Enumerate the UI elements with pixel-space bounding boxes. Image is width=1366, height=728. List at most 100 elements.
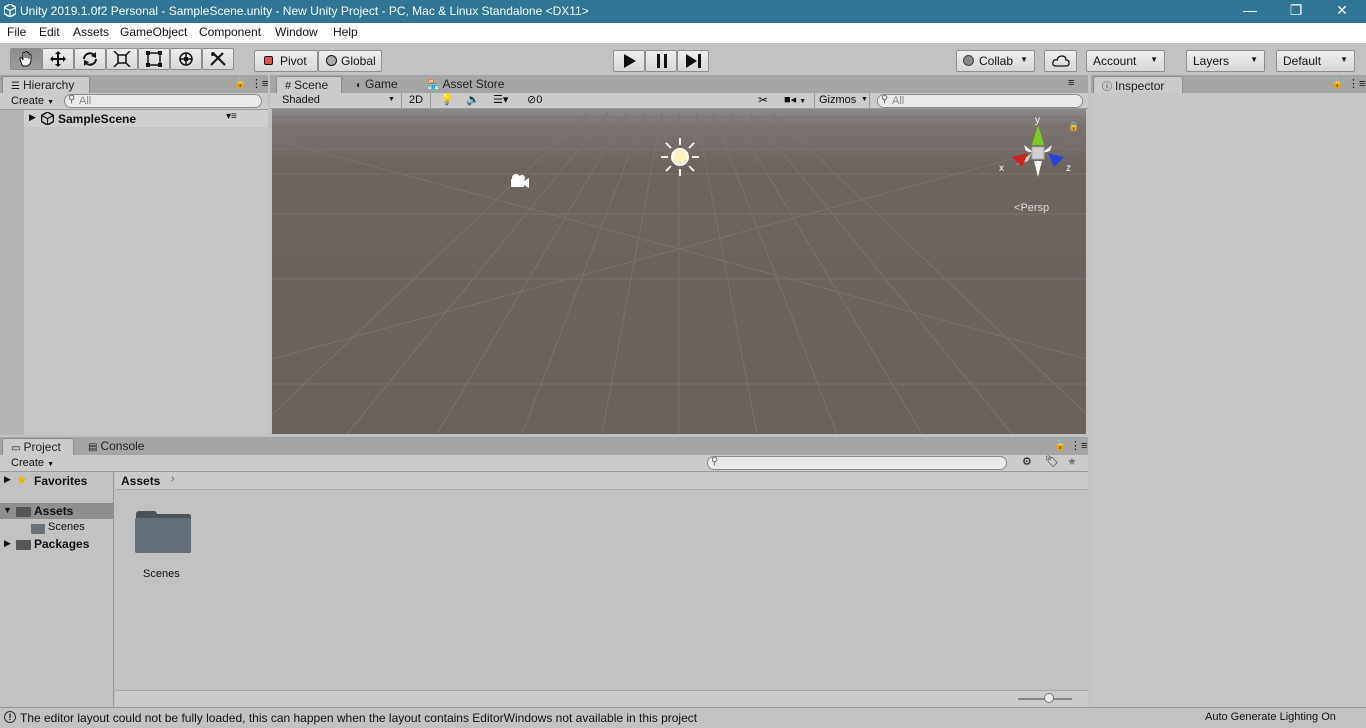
layers-dropdown[interactable]: Layers ▼ [1186, 50, 1265, 72]
projection-toggle[interactable]: <Persp [1014, 202, 1049, 214]
tree-item-favorites[interactable]: ▶ ★ Favorites [0, 472, 114, 489]
menu-gameobject[interactable]: GameObject [120, 25, 187, 39]
pivot-toggle[interactable]: Pivot [254, 50, 318, 72]
2d-toggle[interactable]: 2D [401, 93, 431, 108]
orientation-gizmo[interactable]: y x z [998, 113, 1078, 189]
chevron-down-icon: ▼ [1250, 55, 1258, 64]
layers-label: Layers [1193, 54, 1230, 68]
expand-arrow-icon[interactable]: ▶ [4, 538, 11, 549]
panel-menu-icon[interactable]: ⋮≡ [1070, 439, 1087, 452]
rotate-tool-button[interactable] [74, 48, 106, 70]
gizmos-dropdown[interactable]: Gizmos ▼ [814, 93, 870, 108]
cloud-button[interactable] [1044, 50, 1077, 72]
expand-arrow-icon[interactable]: ▶ [4, 474, 11, 485]
custom-tool-button[interactable] [202, 48, 234, 70]
favorite-star-icon[interactable]: ★ [1067, 455, 1077, 468]
tree-label-scenes: Scenes [48, 521, 85, 533]
account-dropdown[interactable]: Account ▼ [1086, 50, 1165, 72]
pause-button[interactable] [645, 50, 677, 72]
tree-item-scenes[interactable]: Scenes [0, 520, 114, 536]
z-axis-cone[interactable] [1048, 153, 1064, 167]
transform-tool-button[interactable] [170, 48, 202, 70]
tab-hierarchy[interactable]: ☰ Hierarchy [2, 76, 90, 93]
lighting-toggle-icon[interactable]: 💡 [440, 93, 454, 106]
tab-game[interactable]: ◐ Game [348, 76, 406, 93]
menu-window[interactable]: Window [275, 25, 318, 39]
global-toggle[interactable]: Global [318, 50, 382, 72]
tab-scene[interactable]: # Scene [276, 76, 342, 93]
camera-dropdown[interactable]: ■◂ ▼ [784, 93, 806, 106]
project-create-button[interactable]: Create ▼ [11, 457, 54, 469]
tools-icon[interactable]: ✂ [758, 93, 768, 107]
layout-dropdown[interactable]: Default ▼ [1276, 50, 1355, 72]
tree-item-packages[interactable]: ▶ Packages [0, 536, 114, 552]
zoom-slider-handle[interactable] [1044, 693, 1054, 703]
collab-dropdown[interactable]: Collab ▼ [956, 50, 1035, 72]
filter-by-label-icon[interactable]: 🏷 [1045, 455, 1059, 468]
auto-lighting-status[interactable]: Auto Generate Lighting On [1205, 711, 1336, 723]
panel-menu-icon[interactable]: ≡ [1068, 77, 1074, 89]
tree-label-favorites: Favorites [34, 474, 88, 488]
project-tabstrip [0, 437, 1088, 455]
scene-row[interactable]: ▶ SampleScene ▾≡ [24, 110, 268, 127]
step-button[interactable] [677, 50, 709, 72]
gizmo-z-label: z [1066, 163, 1071, 174]
gizmo-lock-icon[interactable]: 🔒 [1068, 121, 1079, 132]
search-icon: ⚲ [711, 456, 719, 467]
eye-hidden-icon: ⊘ [527, 94, 537, 106]
hierarchy-create-button[interactable]: Create ▼ [11, 95, 54, 107]
audio-toggle-icon[interactable]: 🔊 [466, 93, 480, 106]
menu-edit[interactable]: Edit [39, 25, 60, 39]
menu-help[interactable]: Help [333, 25, 358, 39]
folder-tile-scenes[interactable]: Scenes [133, 510, 193, 600]
shading-dropdown[interactable]: Shaded ▼ [274, 94, 396, 108]
filter-by-type-icon[interactable]: ⚙ [1022, 455, 1032, 468]
menu-bar: File Edit Assets GameObject Component Wi… [0, 23, 1366, 43]
tab-inspector[interactable]: ⓘ Inspector [1093, 76, 1183, 93]
effects-toggle-icon[interactable]: ☰▾ [493, 93, 508, 106]
global-label: Global [341, 54, 376, 68]
tab-project[interactable]: ▭ Project [2, 438, 74, 455]
play-button[interactable] [613, 50, 645, 72]
scale-tool-button[interactable] [106, 48, 138, 70]
project-search-input[interactable]: ⚲ [707, 456, 1007, 470]
hidden-objects-toggle[interactable]: ⊘0 [527, 93, 542, 106]
tab-console[interactable]: ▤ Console [80, 438, 152, 455]
breadcrumb-assets[interactable]: Assets [121, 474, 160, 488]
lock-icon[interactable]: 🔒 [234, 78, 246, 89]
tools-icon [210, 52, 226, 66]
hand-tool-button[interactable] [10, 48, 42, 70]
status-message[interactable]: The editor layout could not be fully loa… [20, 711, 697, 725]
camera-gizmo-icon[interactable] [508, 173, 530, 189]
hierarchy-search-input[interactable]: ⚲ All [64, 94, 262, 108]
menu-component[interactable]: Component [199, 25, 261, 39]
menu-assets[interactable]: Assets [73, 25, 109, 39]
lock-icon[interactable]: 🔒 [1331, 78, 1343, 89]
expand-arrow-icon[interactable]: ▶ [29, 112, 36, 123]
y-axis-cone[interactable] [1032, 125, 1044, 145]
warning-icon: ! [4, 711, 16, 723]
light-gizmo-icon[interactable] [660, 137, 700, 177]
collapse-arrow-icon[interactable]: ▼ [3, 505, 12, 515]
minimize-button[interactable]: — [1227, 0, 1273, 23]
hierarchy-search-placeholder: All [79, 95, 92, 107]
scene-search-input[interactable]: ⚲ All [877, 94, 1083, 108]
close-button[interactable]: ✕ [1319, 0, 1365, 23]
camera-icon: ■◂ [784, 94, 797, 106]
panel-menu-icon[interactable]: ⋮≡ [251, 77, 268, 90]
move-tool-button[interactable] [42, 48, 74, 70]
tab-asset-store[interactable]: 🏪 Asset Store [419, 76, 512, 93]
restore-button[interactable]: ❐ [1273, 0, 1319, 23]
unity-logo-icon [4, 4, 16, 17]
hierarchy-gutter [0, 110, 24, 435]
panel-menu-icon[interactable]: ⋮≡ [1348, 77, 1365, 90]
project-tree: ▶ ★ Favorites ▼ Assets Scenes ▶ Packages [0, 472, 114, 707]
chevron-right-icon: › [171, 473, 175, 485]
lock-icon[interactable]: 🔒 [1054, 440, 1066, 451]
menu-file[interactable]: File [7, 25, 26, 39]
scene-options-icon[interactable]: ▾≡ [226, 111, 237, 122]
scene-toolbar: Shaded ▼ 2D 💡 🔊 ☰▾ ⊘0 ✂ ■◂ ▼ Gizmos ▼ ⚲ A… [270, 93, 1088, 109]
tree-item-assets[interactable]: ▼ Assets [0, 503, 114, 519]
scene-viewport[interactable]: y x z 🔒 <Persp [272, 109, 1086, 434]
rect-tool-button[interactable] [138, 48, 170, 70]
